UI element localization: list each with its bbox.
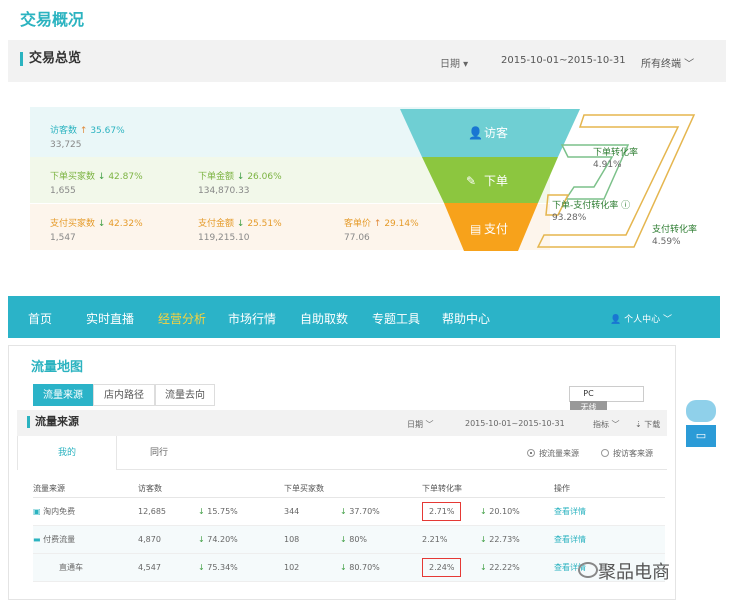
date-range[interactable]: 2015-10-01~2015-10-31 bbox=[501, 55, 626, 66]
toggle-pc[interactable]: PC bbox=[570, 387, 607, 401]
user-menu[interactable]: 👤 个人中心 ﹀ bbox=[610, 312, 672, 325]
nav-home[interactable]: 首页 bbox=[28, 310, 52, 327]
flow-title: 流量地图 bbox=[31, 360, 84, 375]
subtab-peers[interactable]: 同行 bbox=[117, 436, 201, 470]
overview-label: 交易总览 bbox=[20, 52, 81, 66]
pay-amount-metric: 支付金额 ↓ 25.51% 119,215.10 bbox=[198, 219, 282, 243]
tab-flow-out[interactable]: 流量去向 bbox=[155, 384, 215, 406]
section-label: 流量来源 bbox=[27, 416, 79, 428]
order-pay-rate: 下单-支付转化率 ⓘ 93.28% bbox=[552, 201, 631, 223]
view-detail-link[interactable]: 查看详情 bbox=[554, 525, 665, 554]
metric-select[interactable]: 指标 ﹀ bbox=[593, 419, 620, 430]
tab-store-path[interactable]: 店内路径 bbox=[93, 384, 155, 406]
user-icon: 👤 bbox=[610, 315, 622, 325]
download-button[interactable]: ⇣ 下载 bbox=[635, 419, 660, 430]
pay-rate: 支付转化率 4.59% bbox=[652, 225, 698, 247]
nav-market[interactable]: 市场行情 bbox=[228, 310, 276, 327]
terminal-select[interactable]: 所有终端 ﹀ bbox=[641, 55, 694, 70]
radio-by-visitor-source[interactable]: 按访客来源 bbox=[601, 448, 653, 459]
col-buyers: 下单买家数 bbox=[284, 481, 340, 498]
funnel-order-icon: ✎ bbox=[466, 174, 476, 188]
col-visitors: 访客数 bbox=[138, 481, 198, 498]
table-row: 直通车 4,547 ↓ 75.34% 102 ↓ 80.70% 2.24% ↓ … bbox=[33, 553, 665, 582]
nav-analysis[interactable]: 经营分析 bbox=[158, 310, 206, 327]
funnel-visit-icon: 👤 bbox=[468, 126, 483, 140]
chat-icon: ▭ bbox=[695, 429, 707, 442]
wechat-icon bbox=[578, 562, 598, 578]
funnel-pay-icon: ▤ bbox=[470, 222, 481, 236]
order-amount-metric: 下单金额 ↓ 26.06% 134,870.33 bbox=[198, 172, 282, 196]
expand-icon: ▣ bbox=[33, 506, 41, 516]
subtab-mine[interactable]: 我的 bbox=[17, 436, 117, 470]
col-operation: 操作 bbox=[554, 481, 665, 498]
table-row: ▬ 付费流量 4,870 ↓ 74.20% 108 ↓ 80% 2.21% ↓ … bbox=[33, 525, 665, 554]
expand-icon: ▬ bbox=[33, 534, 41, 544]
nav-tools[interactable]: 专题工具 bbox=[372, 310, 420, 327]
overview-header: 交易总览 日期 ▾ 2015-10-01~2015-10-31 所有终端 ﹀ bbox=[8, 40, 726, 82]
pay-buyers-metric: 支付买家数 ↓ 42.32% 1,547 bbox=[50, 219, 143, 243]
col-rate: 下单转化率 bbox=[422, 481, 480, 498]
tab-flow-source[interactable]: 流量来源 bbox=[33, 384, 93, 406]
col-source: 流量来源 bbox=[33, 481, 138, 498]
funnel-stage-order: 下单 bbox=[484, 174, 508, 188]
cloud-icon bbox=[686, 400, 716, 422]
watermark: 聚品电商 bbox=[598, 562, 670, 583]
main-nav: 首页 实时直播 经营分析 市场行情 自助取数 专题工具 帮助中心 👤 个人中心 … bbox=[8, 296, 720, 338]
download-icon: ⇣ bbox=[635, 420, 642, 429]
flow-date-range[interactable]: 2015-10-01~2015-10-31 bbox=[465, 419, 565, 428]
nav-self-service[interactable]: 自助取数 bbox=[300, 310, 348, 327]
nav-help[interactable]: 帮助中心 bbox=[442, 310, 490, 327]
flow-table: 流量来源 访客数 下单买家数 下单转化率 操作 ▣ 淘内免费 12,685 ↓ … bbox=[33, 481, 665, 582]
radio-by-flow-source[interactable]: 按流量来源 bbox=[527, 448, 579, 459]
order-rate: 下单转化率 4.91% bbox=[593, 148, 639, 170]
flow-date-label[interactable]: 日期 ﹀ bbox=[407, 419, 434, 430]
page-title: 交易概况 bbox=[20, 10, 85, 29]
subtab-row: 我的 同行 按流量来源 按访客来源 bbox=[17, 436, 667, 470]
funnel-stage-visit: 访客 bbox=[484, 125, 508, 140]
table-row: ▣ 淘内免费 12,685 ↓ 15.75% 344 ↓ 37.70% 2.71… bbox=[33, 497, 665, 526]
highlighted-rate: 2.24% bbox=[422, 557, 462, 577]
highlighted-rate: 2.71% bbox=[422, 501, 462, 521]
order-buyers-metric: 下单买家数 ↓ 42.87% 1,655 bbox=[50, 172, 143, 196]
device-toggle[interactable]: PC无线 bbox=[569, 386, 644, 415]
visitors-metric: 访客数 ↑ 35.67% 33,725 bbox=[50, 126, 125, 150]
funnel-stage-pay: 支付 bbox=[484, 222, 508, 236]
date-label[interactable]: 日期 ▾ bbox=[440, 55, 468, 70]
flow-map-panel: 流量地图 流量来源 店内路径 流量去向 PC无线 流量来源 日期 ﹀ 2015-… bbox=[8, 345, 676, 600]
view-detail-link[interactable]: 查看详情 bbox=[554, 497, 665, 526]
nav-live[interactable]: 实时直播 bbox=[86, 310, 134, 327]
chat-button[interactable]: ▭ bbox=[686, 425, 716, 447]
flow-source-header: 流量来源 日期 ﹀ 2015-10-01~2015-10-31 指标 ﹀ ⇣ 下… bbox=[17, 410, 667, 436]
